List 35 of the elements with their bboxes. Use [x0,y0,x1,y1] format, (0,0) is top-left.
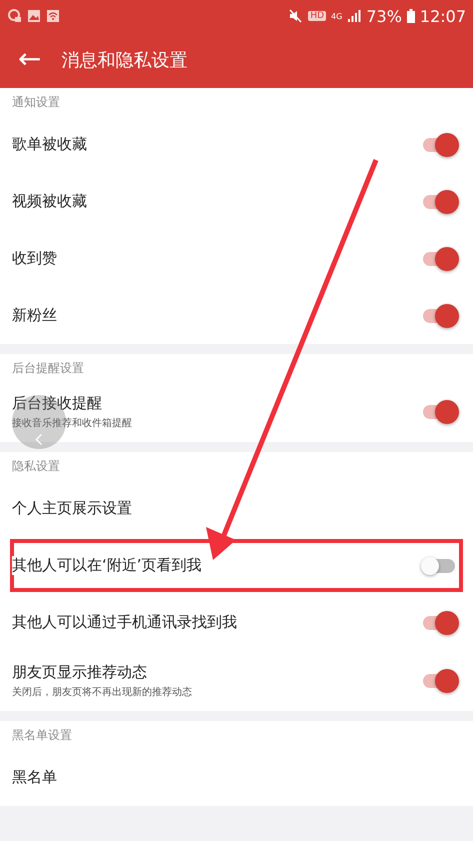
back-button[interactable]: ← [0,42,54,78]
battery-percent: 73% [366,6,402,26]
setting-label: 新粉丝 [12,306,57,325]
toggle-switch[interactable] [421,668,459,694]
setting-label: 歌单被收藏 [12,135,87,154]
setting-label: 其他人可以通过手机通讯录找到我 [12,613,237,632]
signal-icon [347,9,362,23]
setting-label: 后台接收提醒 [12,394,102,413]
network-type: 4G [331,12,342,20]
toggle-switch[interactable] [421,399,459,425]
toggle-switch[interactable] [421,610,459,636]
setting-label: 个人主页展示设置 [12,499,132,518]
setting-label: 朋友页显示推荐动态 [12,663,147,682]
setting-label: 其他人可以在‘附近’页看到我 [12,556,202,575]
wifi-icon [46,9,60,23]
section-header: 通知设置 [11,94,61,111]
toggle-switch[interactable] [421,188,459,214]
section-header: 黑名单设置 [11,727,73,744]
section-header: 隐私设置 [11,458,61,475]
battery-icon [406,9,415,23]
setting-description: 接收音乐推荐和收件箱提醒 [12,416,132,430]
setting-label: 黑名单 [12,768,57,787]
setting-description: 关闭后，朋友页将不再出现新的推荐动态 [12,685,192,699]
toggle-switch[interactable] [421,246,459,272]
clock: 12:07 [420,6,466,26]
page-title: 消息和隐私设置 [61,49,188,72]
section-header: 后台提醒设置 [11,360,85,377]
image-icon [27,9,41,23]
toggle-switch[interactable] [421,302,459,328]
setting-label: 收到赞 [12,249,57,268]
hd-badge: HD [308,11,326,21]
setting-label: 视频被收藏 [12,192,87,211]
mute-icon [289,9,304,23]
notification-icon [8,9,22,23]
toggle-switch[interactable] [421,132,459,158]
